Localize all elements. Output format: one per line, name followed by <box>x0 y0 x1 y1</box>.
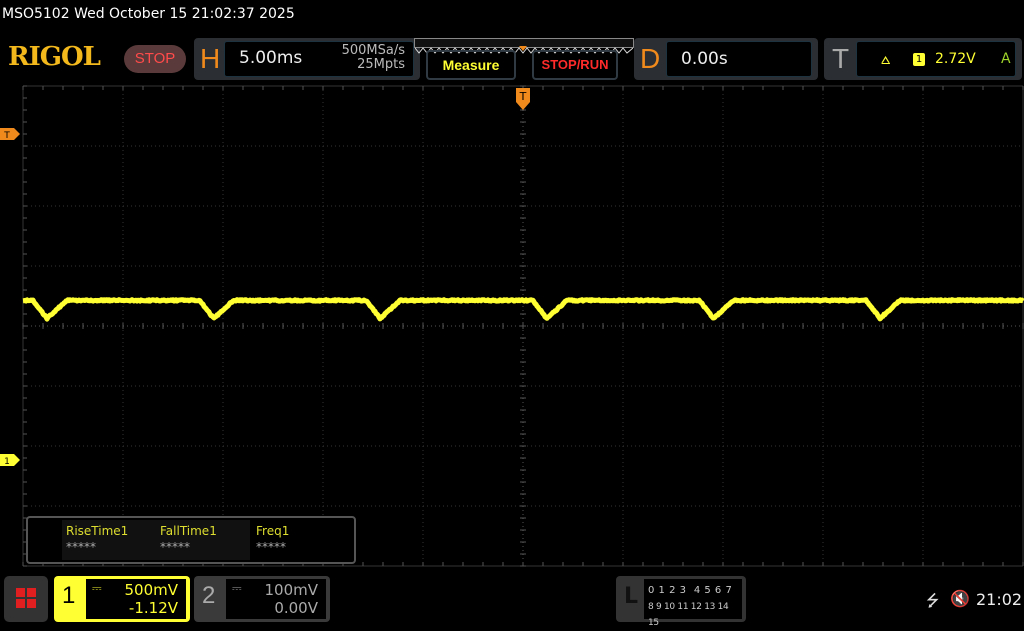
measurement-name: FallTime1 <box>160 524 250 538</box>
logic-row-1: 0 1 2 3 4 5 6 7 <box>648 583 738 599</box>
main-menu-button[interactable] <box>4 576 48 622</box>
logic-label: L <box>624 584 638 609</box>
dc-coupling-icon: ⎓ <box>232 581 242 596</box>
graticule <box>23 86 1023 566</box>
trigger-level-marker[interactable]: T <box>0 128 20 141</box>
measurement-falltime[interactable]: FallTime1 ***** <box>156 520 250 560</box>
channel-offset: 0.00V <box>274 599 318 617</box>
trigger-position-label: T <box>519 90 527 103</box>
channel-number: 2 <box>202 582 215 610</box>
grid-menu-icon <box>4 576 48 622</box>
channel-1-button[interactable]: 1 ⎓ 500mV -1.12V <box>54 576 190 622</box>
logic-channels: 0 1 2 3 4 5 6 7 8 9 10 11 12 13 14 15 <box>644 579 742 619</box>
channel-2-button[interactable]: 2 ⎓ 100mV 0.00V <box>194 576 330 622</box>
channel-scale: 500mV <box>124 581 178 599</box>
ch1-marker-label: 1 <box>4 457 10 467</box>
usb-icon: ⭍ <box>926 590 939 617</box>
channel-number: 1 <box>62 582 75 610</box>
measurement-value: ***** <box>66 540 156 554</box>
logic-row-2: 8 9 10 11 12 13 14 15 <box>648 599 738 631</box>
measurement-value: ***** <box>160 540 250 554</box>
speaker-muted-icon[interactable]: 🔇 <box>950 589 970 608</box>
measurement-panel: RiseTime1 ***** FallTime1 ***** Freq1 **… <box>26 516 356 564</box>
measurement-value: ***** <box>256 540 346 554</box>
channel-1-waveform <box>23 300 1023 319</box>
channel-1-settings: ⎓ 500mV -1.12V <box>86 579 186 619</box>
measurement-freq[interactable]: Freq1 ***** <box>252 520 346 560</box>
system-clock: 21:02 <box>976 590 1022 609</box>
trigger-position-marker[interactable]: T <box>516 88 530 110</box>
measurement-name: RiseTime1 <box>66 524 156 538</box>
dc-coupling-icon: ⎓ <box>92 581 102 596</box>
measurement-name: Freq1 <box>256 524 346 538</box>
channel-2-settings: ⎓ 100mV 0.00V <box>226 579 326 619</box>
trigger-level-label: T <box>3 131 10 141</box>
logic-analyzer-button[interactable]: L 0 1 2 3 4 5 6 7 8 9 10 11 12 13 14 15 <box>616 576 746 622</box>
channel-scale: 100mV <box>264 581 318 599</box>
measurement-risetime[interactable]: RiseTime1 ***** <box>62 520 156 560</box>
channel-offset: -1.12V <box>129 599 178 617</box>
channel-1-ground-marker[interactable]: 1 <box>0 454 20 467</box>
